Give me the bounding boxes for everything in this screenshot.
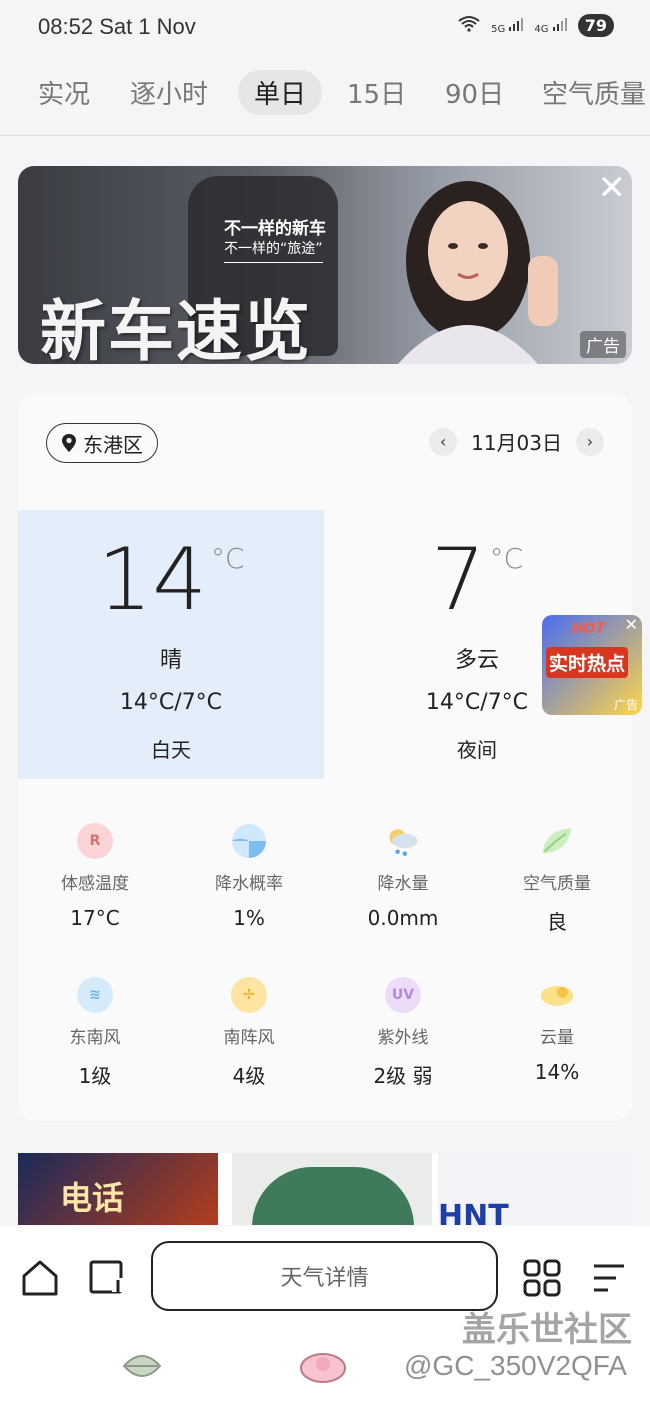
detail-gust: ✢ 南阵风 4级 bbox=[172, 977, 326, 1089]
weather-card: 东港区 ‹ 11月03日 › 14 °C 晴 14°C/7°C 白天 7 °C 多云… bbox=[18, 393, 632, 1121]
news-item[interactable]: HNT bbox=[438, 1153, 632, 1225]
tab-90-day[interactable]: 90日 bbox=[445, 74, 504, 111]
close-icon[interactable]: ✕ bbox=[625, 615, 638, 634]
date-navigator: ‹ 11月03日 › bbox=[429, 427, 604, 456]
detail-value: 2级 弱 bbox=[373, 1064, 433, 1088]
tab-live[interactable]: 实况 bbox=[38, 74, 90, 111]
news-item[interactable]: 电话 bbox=[18, 1153, 218, 1225]
nighttime-label: 夜间 bbox=[457, 738, 497, 762]
tab-single-day[interactable]: 单日 bbox=[238, 70, 323, 115]
menu-icon[interactable] bbox=[590, 1258, 630, 1298]
ad-close-icon[interactable]: ✕ bbox=[598, 168, 627, 208]
status-time: 08:52 Sat 1 Nov bbox=[38, 14, 196, 39]
detail-precip-probability: 降水概率 1% bbox=[172, 823, 326, 930]
bottom-bar: 天气详情 盖乐世社区 @GC_350V2QFA bbox=[0, 1226, 650, 1408]
chevron-right-icon: › bbox=[586, 432, 594, 451]
leaf-decoration-icon bbox=[122, 1355, 162, 1377]
detail-precipitation: 降水量 0.0mm bbox=[326, 823, 480, 930]
tab-hourly[interactable]: 逐小时 bbox=[130, 74, 208, 111]
news-strip: 电话 HNT bbox=[18, 1153, 632, 1225]
gust-icon: ✢ bbox=[231, 977, 267, 1013]
detail-label: 东南风 bbox=[69, 1028, 121, 1048]
tab-15-day[interactable]: 15日 bbox=[347, 74, 406, 111]
ad-person-image bbox=[398, 181, 558, 364]
battery-indicator: 79 bbox=[577, 14, 614, 37]
detail-value: 17°C bbox=[70, 906, 120, 930]
detail-label: 云量 bbox=[540, 1028, 574, 1048]
detail-label: 空气质量 bbox=[523, 874, 591, 894]
detail-value: 14% bbox=[534, 1060, 580, 1084]
ad-title: 实时热点 bbox=[546, 647, 629, 678]
cloud-cover-icon bbox=[539, 977, 575, 1013]
chevron-left-icon: ‹ bbox=[439, 432, 447, 451]
detail-label: 南阵风 bbox=[223, 1028, 275, 1048]
detail-wind: ≋ 东南风 1级 bbox=[18, 977, 172, 1089]
rain-cloud-icon bbox=[385, 823, 421, 859]
flower-decoration-icon bbox=[300, 1353, 346, 1383]
precip-probability-icon bbox=[231, 823, 267, 859]
detail-air-quality: 空气质量 良 bbox=[480, 823, 634, 935]
detail-cloud-cover: 云量 14% bbox=[480, 977, 634, 1084]
uv-icon: UV bbox=[385, 977, 421, 1013]
location-pin-icon bbox=[62, 434, 76, 452]
daytime-range: 14°C/7°C bbox=[119, 690, 223, 715]
selected-date: 11月03日 bbox=[471, 431, 562, 455]
news-item-text: HNT bbox=[438, 1199, 509, 1225]
detail-label: 体感温度 bbox=[61, 874, 129, 894]
detail-label: 降水概率 bbox=[215, 874, 283, 894]
tab-air-quality[interactable]: 空气质量 bbox=[542, 74, 646, 111]
detail-label: 紫外线 bbox=[377, 1028, 429, 1048]
forecast-tabs: 实况 逐小时 单日 15日 90日 空气质量 bbox=[0, 52, 650, 136]
ad-label: 广告 bbox=[580, 331, 626, 358]
news-thumbnail bbox=[252, 1167, 414, 1225]
next-day-button[interactable]: › bbox=[576, 427, 604, 456]
location-selector[interactable]: 东港区 bbox=[46, 423, 158, 463]
news-item-text: 电话 bbox=[60, 1179, 125, 1217]
weather-details-button[interactable]: 天气详情 bbox=[151, 1241, 498, 1311]
detail-value: 良 bbox=[547, 910, 567, 934]
detail-uv: UV 紫外线 2级 弱 bbox=[326, 977, 480, 1089]
floating-ad[interactable]: HOT 实时热点 ✕ 广告 bbox=[542, 615, 642, 715]
feels-like-icon: R bbox=[77, 823, 113, 859]
location-name: 东港区 bbox=[83, 432, 143, 457]
daytime-condition: 晴 bbox=[159, 648, 182, 673]
ad-label: 广告 bbox=[613, 698, 638, 712]
ad-headline: 不一样的新车 bbox=[224, 219, 326, 239]
ad-subheadline: 不一样的“旅途” bbox=[224, 238, 323, 263]
detail-label: 降水量 bbox=[377, 874, 429, 894]
wifi-icon bbox=[457, 15, 481, 36]
ad-title: 新车速览 bbox=[40, 293, 312, 364]
apps-grid-icon[interactable] bbox=[522, 1258, 562, 1298]
news-item[interactable] bbox=[232, 1153, 432, 1225]
daytime-temperature: 14 °C bbox=[97, 530, 245, 630]
signal-5g-icon: 5G bbox=[491, 16, 524, 35]
status-indicators: 5G 4G 79 bbox=[457, 14, 614, 37]
detail-value: 1% bbox=[233, 906, 265, 930]
daytime-label: 白天 bbox=[151, 738, 191, 762]
detail-value: 0.0mm bbox=[367, 906, 439, 930]
leaf-icon bbox=[539, 823, 575, 859]
signal-4g-icon: 4G bbox=[534, 16, 567, 35]
home-icon[interactable] bbox=[20, 1258, 60, 1298]
ad-banner[interactable]: 不一样的新车 不一样的“旅途” 新车速览 ✕ 广告 bbox=[18, 166, 632, 364]
previous-day-button[interactable]: ‹ bbox=[429, 427, 458, 456]
daytime-panel[interactable]: 14 °C 晴 14°C/7°C 白天 bbox=[18, 510, 324, 779]
detail-feels-like: R 体感温度 17°C bbox=[18, 823, 172, 930]
watermark-user: @GC_350V2QFA bbox=[404, 1350, 627, 1381]
detail-value: 1级 bbox=[78, 1064, 112, 1088]
detail-value: 4级 bbox=[232, 1064, 266, 1088]
watermark-site: 盖乐世社区 bbox=[462, 1310, 632, 1350]
status-bar: 08:52 Sat 1 Nov 5G 4G 79 bbox=[0, 0, 650, 52]
tabs-icon[interactable] bbox=[88, 1258, 128, 1298]
ad-hot-label: HOT bbox=[572, 621, 606, 637]
wind-icon: ≋ bbox=[77, 977, 113, 1013]
